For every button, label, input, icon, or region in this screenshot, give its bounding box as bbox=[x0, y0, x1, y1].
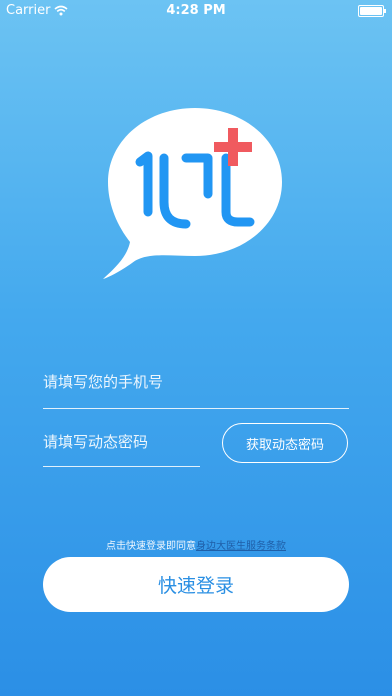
phone-input[interactable] bbox=[43, 373, 349, 391]
clock: 4:28 PM bbox=[166, 3, 226, 18]
get-code-label: 获取动态密码 bbox=[245, 437, 324, 453]
get-code-button[interactable]: 获取动态密码 bbox=[222, 423, 348, 463]
battery-icon bbox=[358, 5, 386, 17]
quick-login-label: 快速登录 bbox=[157, 575, 234, 597]
agreement-prefix: 点击快速登录即同意 bbox=[106, 541, 196, 552]
agreement-text: 点击快速登录即同意身边大医生服务条款 bbox=[0, 537, 392, 552]
app-logo bbox=[103, 108, 282, 279]
quick-login-button[interactable]: 快速登录 bbox=[43, 557, 349, 612]
phone-field[interactable] bbox=[43, 372, 349, 409]
terms-link[interactable]: 身边大医生服务条款 bbox=[196, 541, 286, 552]
code-field[interactable] bbox=[43, 432, 200, 467]
code-input[interactable] bbox=[43, 433, 200, 451]
status-bar: Carrier 4:28 PM bbox=[0, 0, 392, 20]
speech-bubble-icon bbox=[103, 108, 282, 279]
